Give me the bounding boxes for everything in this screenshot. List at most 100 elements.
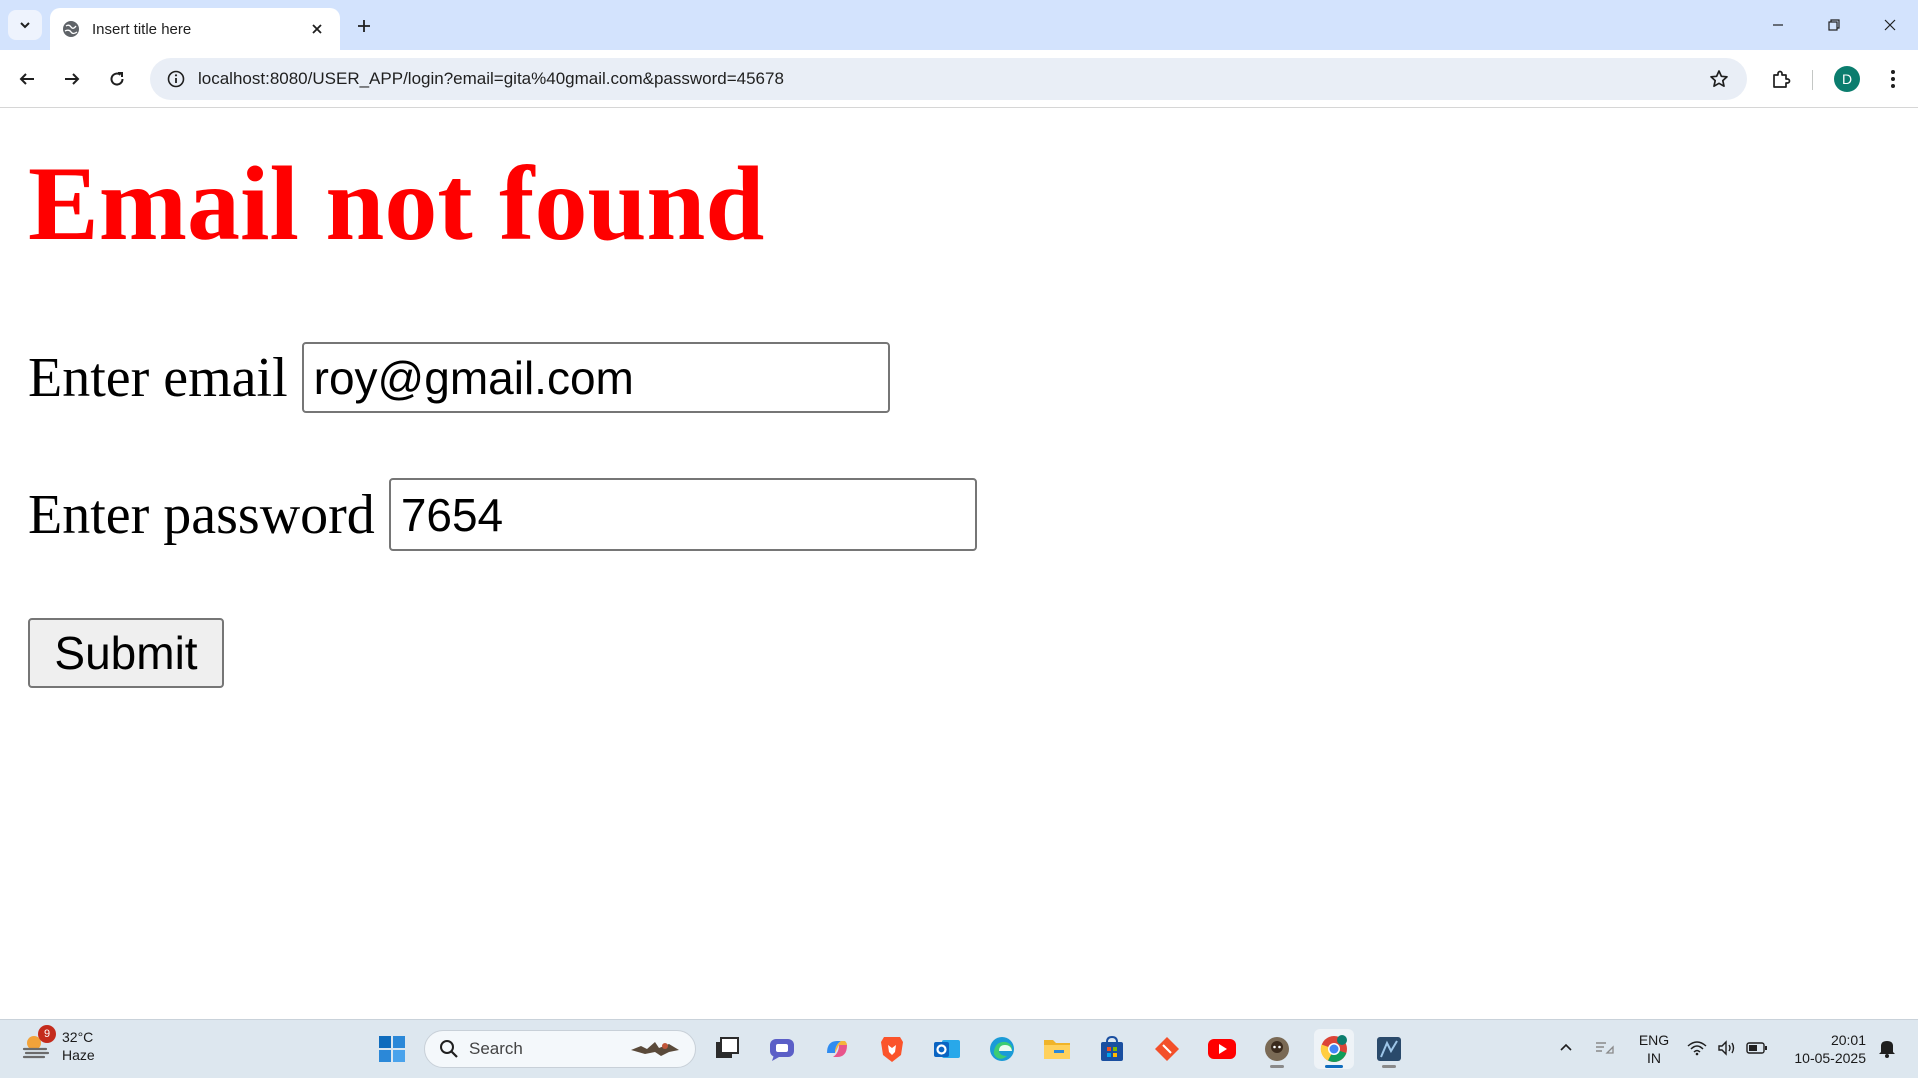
edge-button[interactable]	[982, 1029, 1022, 1069]
globe-icon	[63, 21, 79, 37]
email-field[interactable]: roy@gmail.com	[301, 342, 890, 413]
minimize-icon	[1773, 24, 1783, 26]
touch-keyboard-button[interactable]	[1590, 1030, 1618, 1066]
start-button[interactable]	[372, 1029, 412, 1069]
weather-desc: Haze	[62, 1047, 95, 1063]
bookmark-star-icon[interactable]	[1697, 58, 1741, 100]
wifi-icon	[1687, 1041, 1707, 1056]
forward-button[interactable]	[55, 62, 89, 96]
task-view-button[interactable]	[707, 1029, 747, 1069]
battery-status[interactable]	[1744, 1030, 1770, 1066]
teams-chat-icon	[770, 1039, 794, 1061]
email-label: Enter email	[28, 346, 288, 409]
mysql-workbench-button[interactable]	[1369, 1029, 1409, 1069]
avatar: D	[1834, 66, 1860, 92]
plus-icon	[358, 20, 370, 32]
store-icon	[1101, 1035, 1123, 1061]
page-title: Email not found	[28, 145, 765, 262]
youtube-icon	[1208, 1039, 1236, 1059]
active-indicator	[1325, 1065, 1343, 1068]
password-label: Enter password	[28, 483, 375, 546]
password-field[interactable]: 7654	[388, 478, 977, 551]
speaker-icon	[1718, 1040, 1735, 1056]
region-code: IN	[1647, 1050, 1661, 1066]
microsoft-store-button[interactable]	[1092, 1029, 1132, 1069]
close-icon	[1884, 19, 1896, 31]
chrome-icon	[1320, 1035, 1347, 1062]
youtube-button[interactable]	[1202, 1029, 1242, 1069]
weather-temp: 32°C	[62, 1029, 94, 1045]
language-code: ENG	[1638, 1032, 1670, 1048]
windows-taskbar: 9 32°C Haze Search ENG IN 20:01 10-05-20…	[0, 1019, 1918, 1078]
reload-icon	[110, 72, 124, 86]
email-row: Enter email roy@gmail.com	[28, 342, 890, 413]
chevron-down-icon	[20, 22, 30, 29]
puzzle-icon	[1773, 70, 1791, 88]
restore-button[interactable]	[1814, 8, 1854, 42]
mysql-workbench-icon	[1377, 1037, 1401, 1061]
pinned-app-button[interactable]	[1257, 1029, 1297, 1069]
outlook-button[interactable]	[927, 1029, 967, 1069]
task-view-icon	[716, 1037, 739, 1058]
battery-icon	[1746, 1042, 1767, 1054]
minimize-button[interactable]	[1758, 8, 1798, 42]
new-tab-button[interactable]	[350, 12, 378, 40]
brave-icon	[881, 1037, 903, 1062]
url-text[interactable]: localhost:8080/USER_APP/login?email=gita…	[198, 69, 1697, 89]
tab-title: Insert title here	[92, 20, 192, 38]
system-clock[interactable]: 20:01 10-05-2025	[1786, 1031, 1866, 1067]
reload-button[interactable]	[100, 62, 134, 96]
app-avatar-icon	[1265, 1037, 1289, 1061]
arrow-right-icon	[65, 73, 80, 85]
volume-status[interactable]	[1714, 1030, 1740, 1066]
search-icon	[440, 1040, 458, 1058]
weather-widget[interactable]: 9 32°C Haze	[20, 1025, 95, 1064]
taskbar-search[interactable]: Search	[424, 1030, 696, 1068]
weather-badge: 9	[38, 1025, 56, 1043]
browser-toolbar: localhost:8080/USER_APP/login?email=gita…	[0, 50, 1918, 108]
submit-button[interactable]: Submit	[28, 618, 224, 688]
chrome-button[interactable]	[1314, 1029, 1354, 1069]
windows-start-icon	[379, 1036, 405, 1062]
git-icon	[1155, 1037, 1179, 1061]
chevron-up-icon	[1560, 1043, 1572, 1051]
clock-time: 20:01	[1830, 1032, 1866, 1048]
wifi-status[interactable]	[1684, 1030, 1710, 1066]
search-placeholder: Search	[469, 1039, 523, 1058]
folder-icon	[1044, 1040, 1070, 1059]
copilot-icon	[827, 1041, 847, 1057]
show-hidden-icons-button[interactable]	[1552, 1030, 1580, 1066]
tab-search-button[interactable]	[8, 10, 42, 40]
back-button[interactable]	[10, 62, 44, 96]
outlook-icon	[934, 1040, 960, 1058]
file-explorer-button[interactable]	[1037, 1029, 1077, 1069]
browser-menu-button[interactable]	[1876, 62, 1910, 96]
notifications-button[interactable]	[1874, 1030, 1900, 1066]
brave-button[interactable]	[872, 1029, 912, 1069]
teams-chat-button[interactable]	[762, 1029, 802, 1069]
copilot-button[interactable]	[817, 1029, 857, 1069]
birds-highlight-icon	[631, 1042, 679, 1056]
running-indicator	[1382, 1065, 1396, 1068]
pen-menu-icon	[1596, 1042, 1614, 1054]
site-info-icon[interactable]	[154, 58, 198, 100]
haze-weather-icon: 9	[20, 1025, 56, 1063]
extensions-button[interactable]	[1764, 62, 1798, 96]
git-button[interactable]	[1147, 1029, 1187, 1069]
toolbar-divider	[1812, 70, 1813, 90]
address-bar[interactable]: localhost:8080/USER_APP/login?email=gita…	[150, 58, 1747, 100]
bell-icon	[1879, 1041, 1895, 1058]
close-window-button[interactable]	[1870, 8, 1910, 42]
browser-tab-active[interactable]: Insert title here	[50, 8, 340, 50]
restore-icon	[1828, 19, 1840, 31]
clock-date: 10-05-2025	[1794, 1050, 1866, 1066]
password-row: Enter password 7654	[28, 478, 977, 551]
page-content: Email not found Enter email roy@gmail.co…	[0, 109, 1918, 1019]
arrow-left-icon	[19, 73, 34, 85]
close-tab-icon[interactable]	[306, 18, 328, 40]
browser-tabstrip: Insert title here	[0, 0, 1918, 50]
edge-icon	[990, 1037, 1014, 1061]
input-language[interactable]: ENG IN	[1634, 1031, 1674, 1067]
more-vertical-icon	[1891, 70, 1895, 88]
profile-button[interactable]: D	[1830, 62, 1864, 96]
